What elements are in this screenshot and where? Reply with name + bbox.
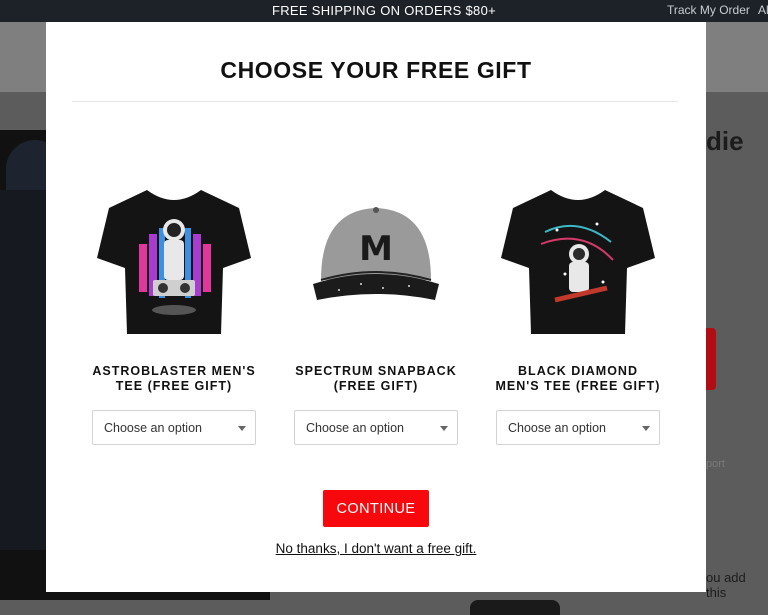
select-value: Choose an option (306, 421, 404, 435)
chevron-down-icon (238, 426, 246, 431)
cap-image: M (313, 207, 439, 300)
decline-gift-link[interactable]: No thanks, I don't want a free gift. (46, 541, 706, 556)
select-value: Choose an option (104, 421, 202, 435)
gift-option-select[interactable]: Choose an option (294, 410, 458, 445)
chevron-down-icon (440, 426, 448, 431)
background-product-thumb (470, 600, 560, 615)
gift-card-spectrum-snapback: M SPECTRUM SNAPBACK (FREE GIFT) Choose a… (281, 172, 471, 445)
background-add-text: ou add this (706, 570, 746, 600)
continue-button[interactable]: CONTINUE (323, 490, 429, 527)
tshirt-image (501, 190, 655, 334)
top-announcement-bar: FREE SHIPPING ON ORDERS $80+ Track My Or… (0, 0, 768, 22)
gift-option-select[interactable]: Choose an option (496, 410, 660, 445)
free-gift-modal: CHOOSE YOUR FREE GIFT ASTROBLASTER MEN'S… (46, 22, 706, 592)
model-body-shape (0, 190, 46, 550)
snapback-cap-icon[interactable]: M (291, 172, 461, 344)
background-report-text: port (706, 458, 725, 470)
astronaut-space-tshirt-icon[interactable] (493, 172, 663, 344)
gift-name: SPECTRUM SNAPBACK (FREE GIFT) (295, 364, 457, 393)
gift-card-black-diamond: BLACK DIAMOND MEN'S TEE (FREE GIFT) Choo… (483, 172, 673, 445)
svg-text:M: M (359, 229, 393, 269)
gift-card-astroblaster: ASTROBLASTER MEN'S TEE (FREE GIFT) Choos… (79, 172, 269, 445)
gift-name: ASTROBLASTER MEN'S TEE (FREE GIFT) (92, 364, 256, 393)
chevron-down-icon (642, 426, 650, 431)
gift-name: BLACK DIAMOND MEN'S TEE (FREE GIFT) (495, 364, 661, 393)
modal-divider (72, 101, 678, 102)
free-shipping-promo: FREE SHIPPING ON ORDERS $80+ (271, 3, 497, 18)
background-product-title: die (706, 126, 744, 156)
gift-option-select[interactable]: Choose an option (92, 410, 256, 445)
astronaut-boombox-tshirt-icon[interactable] (89, 172, 259, 344)
tshirt-image (97, 190, 251, 334)
select-value: Choose an option (508, 421, 606, 435)
topbar-link-cut[interactable]: Al (758, 3, 768, 17)
track-order-link[interactable]: Track My Order (667, 3, 750, 17)
background-add-to-cart-button (706, 328, 716, 390)
modal-title: CHOOSE YOUR FREE GIFT (220, 57, 532, 83)
